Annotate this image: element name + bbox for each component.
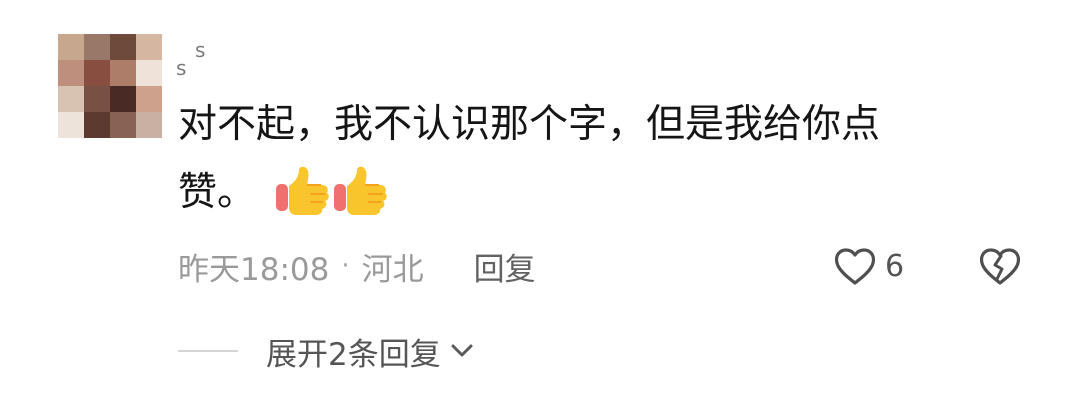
heart-icon [834,248,876,285]
avatar-pixel [58,34,84,60]
avatar-pixel [136,60,162,86]
like-button[interactable]: 6 [833,242,904,290]
avatar-pixel [84,86,110,112]
expand-replies-row[interactable]: 展开2条回复 [178,329,475,373]
broken-heart-icon [979,248,1021,285]
avatar-pixel [136,86,162,112]
comment-line-2: 赞。 [178,159,998,227]
avatar-pixel [84,60,110,86]
comment-meta: 昨天18:08 · 河北 回复 [178,244,536,289]
like-count: 6 [885,248,905,284]
avatar-pixel [58,112,84,138]
avatar-pixel [84,112,110,138]
avatar-pixel [84,34,110,60]
reply-button[interactable]: 回复 [474,244,536,289]
expand-replies-text: 展开2条回复 [266,336,441,373]
username-part-1: s [195,38,206,62]
comment-location: 河北 [361,251,424,288]
thumbs-up-icon [334,166,388,215]
comment-time: 昨天18:08 [178,251,330,288]
avatar-pixel [136,112,162,138]
username[interactable]: s s [176,40,226,84]
username-part-2: s [176,56,187,80]
avatar-pixel [58,86,84,112]
avatar-pixel [110,86,136,112]
emoji-group [274,166,388,216]
avatar-pixel [110,34,136,60]
avatar-pixel [58,60,84,86]
replies-divider-line [178,350,238,352]
avatar-pixel [110,112,136,138]
chevron-down-icon [451,344,473,357]
comment-line-1: 对不起，我不认识那个字，但是我给你点 [178,102,881,147]
comment-text: 对不起，我不认识那个字，但是我给你点 赞。 [178,91,998,227]
thumbs-up-icon [276,166,330,215]
avatar-pixel [136,34,162,60]
avatar-pixel [110,60,136,86]
meta-separator: · [341,251,350,281]
comment-line-2-text: 赞。 [178,170,257,215]
avatar[interactable] [58,34,162,138]
dislike-button[interactable] [974,242,1026,290]
